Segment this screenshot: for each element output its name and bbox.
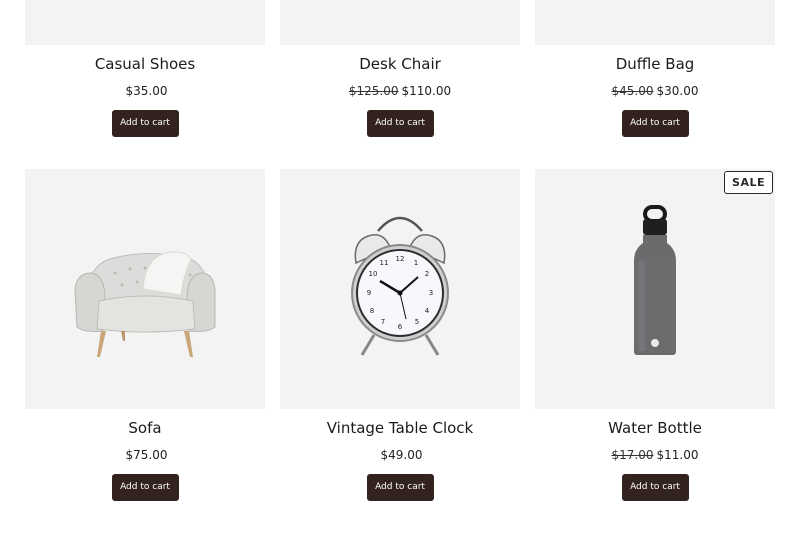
product-image[interactable]	[535, 169, 775, 409]
product-current-price: $75.00	[125, 448, 168, 462]
svg-text:5: 5	[415, 318, 419, 326]
add-to-cart-button[interactable]: Add to cart	[111, 474, 179, 501]
product-price: $75.00	[25, 447, 265, 463]
svg-text:2: 2	[425, 270, 429, 278]
product-old-price: $45.00	[611, 84, 654, 98]
product-old-price: $17.00	[611, 448, 654, 462]
svg-text:6: 6	[398, 323, 403, 331]
svg-text:8: 8	[370, 307, 374, 315]
product-card: Sofa $75.00 Add to cart	[25, 169, 265, 533]
svg-text:12: 12	[396, 255, 405, 263]
product-title[interactable]: Duffle Bag	[535, 55, 775, 73]
product-image[interactable]	[25, 169, 265, 409]
product-price: $17.00 $11.00	[535, 447, 775, 463]
product-title[interactable]: Casual Shoes	[25, 55, 265, 73]
add-to-cart-button[interactable]: Add to cart	[366, 474, 434, 501]
product-price: $45.00 $30.00	[535, 83, 775, 99]
product-old-price: $125.00	[348, 84, 399, 98]
add-to-cart-button[interactable]: Add to cart	[621, 474, 689, 501]
product-card: Desk Chair $125.00 $110.00 Add to cart	[280, 0, 520, 169]
svg-text:4: 4	[425, 307, 430, 315]
alarm-clock-icon: 12 12 3 45 6 78 9 1011	[351, 216, 449, 356]
water-bottle-icon	[634, 205, 676, 355]
add-to-cart-button[interactable]: Add to cart	[366, 110, 434, 137]
svg-text:7: 7	[381, 318, 385, 326]
svg-text:11: 11	[380, 259, 389, 267]
product-card: Casual Shoes $35.00 Add to cart	[25, 0, 265, 169]
product-price: $35.00	[25, 83, 265, 99]
svg-text:10: 10	[369, 270, 378, 278]
product-current-price: $49.00	[380, 448, 423, 462]
product-card: Duffle Bag $45.00 $30.00 Add to cart	[535, 0, 775, 169]
product-title[interactable]: Sofa	[25, 419, 265, 437]
product-card: 12 1 2 3 45 6 78 9 10 11 Vintage Table Clock $…	[280, 169, 520, 533]
svg-text:3: 3	[429, 289, 433, 297]
sale-badge: SALE	[724, 171, 773, 194]
product-image[interactable]	[535, 0, 775, 45]
product-current-price: $110.00	[401, 84, 452, 98]
product-title[interactable]: Desk Chair	[280, 55, 520, 73]
svg-text:9: 9	[367, 289, 371, 297]
product-grid: Casual Shoes $35.00 Add to cart Desk Cha…	[25, 0, 775, 533]
sofa-chair-icon	[74, 251, 216, 357]
product-card: SALE Water Bottle $17.00 $11.00 Add to ca…	[535, 169, 775, 533]
product-title[interactable]: Vintage Table Clock	[280, 419, 520, 437]
add-to-cart-button[interactable]: Add to cart	[111, 110, 179, 137]
add-to-cart-button[interactable]: Add to cart	[621, 110, 689, 137]
product-price: $125.00 $110.00	[280, 83, 520, 99]
product-title[interactable]: Water Bottle	[535, 419, 775, 437]
product-price: $49.00	[280, 447, 520, 463]
product-current-price: $30.00	[656, 84, 699, 98]
svg-text:1: 1	[414, 259, 418, 267]
product-image[interactable]	[280, 0, 520, 45]
product-image[interactable]	[25, 0, 265, 45]
product-current-price: $35.00	[125, 84, 168, 98]
product-current-price: $11.00	[656, 448, 699, 462]
product-image[interactable]: 12 1 2 3 45 6 78 9 10 11	[280, 169, 520, 409]
